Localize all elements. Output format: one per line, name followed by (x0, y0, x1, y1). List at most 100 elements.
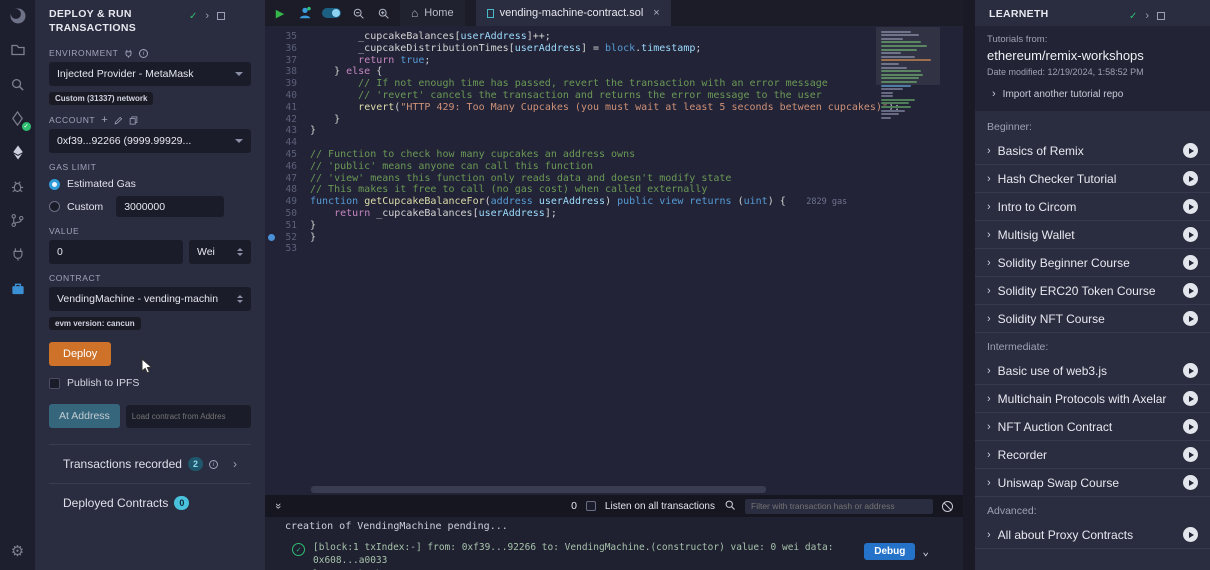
import-repo-link[interactable]: › Import another tutorial repo (987, 88, 1198, 100)
play-button[interactable] (1183, 447, 1198, 462)
code-editor[interactable]: 35 _cupcakeBalances[userAddress]++;36 _c… (265, 26, 963, 495)
code-line[interactable]: 37 return true; (265, 55, 963, 67)
info-icon[interactable]: i (209, 460, 218, 469)
close-icon[interactable]: × (653, 7, 659, 19)
tutorial-item[interactable]: ›Hash Checker Tutorial (975, 165, 1210, 193)
clear-console-icon[interactable] (942, 501, 953, 512)
file-explorer-icon[interactable] (7, 39, 29, 61)
code-line[interactable]: 35 _cupcakeBalances[userAddress]++; (265, 31, 963, 43)
code-line[interactable]: 40 // 'revert' cancels the transaction a… (265, 90, 963, 102)
tutorial-item[interactable]: ›Solidity NFT Course (975, 305, 1210, 333)
zoom-in-icon[interactable] (375, 5, 391, 21)
code-line[interactable]: 51} (265, 220, 963, 232)
terminal-search-icon[interactable] (724, 499, 736, 514)
code-line[interactable]: 52} (265, 232, 963, 244)
code-line[interactable]: 38 } else { (265, 66, 963, 78)
debugger-icon[interactable] (7, 175, 29, 197)
tutorial-item[interactable]: ›Solidity ERC20 Token Course (975, 277, 1210, 305)
add-account-icon[interactable]: + (101, 116, 108, 125)
code-line[interactable]: 47// 'view' means this function only rea… (265, 173, 963, 185)
play-button[interactable] (1183, 391, 1198, 406)
transactions-recorded-row[interactable]: Transactions recorded 2 i › (49, 444, 251, 483)
play-button[interactable] (1183, 255, 1198, 270)
account-select[interactable]: 0xf39...92266 (9999.99929... (49, 129, 251, 153)
environment-select[interactable]: Injected Provider - MetaMask (49, 62, 251, 86)
run-script-icon[interactable]: ▶ (272, 5, 288, 21)
expand-terminal-icon[interactable]: » (272, 503, 284, 509)
radio-selected-icon[interactable] (49, 179, 60, 190)
tab-file[interactable]: vending-machine-contract.sol × (476, 0, 671, 26)
stepper-arrows-icon[interactable] (237, 248, 243, 256)
play-button[interactable] (1183, 527, 1198, 542)
tutorial-item[interactable]: ›Basic use of web3.js (975, 357, 1210, 385)
play-button[interactable] (1183, 199, 1198, 214)
custom-gas-input[interactable]: 3000000 (116, 196, 224, 217)
custom-gas-option[interactable]: Custom 3000000 (49, 196, 251, 217)
plugin-manager-icon[interactable] (7, 243, 29, 265)
play-button[interactable] (1183, 311, 1198, 326)
horizontal-scrollbar[interactable] (311, 486, 766, 493)
code-line[interactable]: 48// This makes it free to call (no gas … (265, 184, 963, 196)
search-icon[interactable] (7, 73, 29, 95)
play-button[interactable] (1183, 171, 1198, 186)
deploy-run-icon[interactable] (7, 141, 29, 163)
publish-ipfs-option[interactable]: Publish to IPFS (49, 377, 251, 389)
info-icon[interactable]: i (139, 49, 148, 58)
tutorial-item[interactable]: ›Uniswap Swap Course (975, 469, 1210, 497)
tutorial-item[interactable]: ›Multisig Wallet (975, 221, 1210, 249)
tutorial-item[interactable]: ›Recorder (975, 441, 1210, 469)
code-line[interactable]: 43} (265, 125, 963, 137)
tutorial-item[interactable]: ›NFT Auction Contract (975, 413, 1210, 441)
code-line[interactable]: 50 return _cupcakeBalances[userAddress]; (265, 208, 963, 220)
chevron-right-icon[interactable]: › (205, 10, 209, 22)
minimap-viewport[interactable] (876, 27, 940, 85)
solidity-compiler-icon[interactable]: ✓ (7, 107, 29, 129)
listen-checkbox[interactable] (586, 501, 596, 511)
value-unit-select[interactable]: Wei (189, 240, 251, 264)
chevron-right-icon[interactable]: › (233, 457, 237, 471)
value-input[interactable]: 0 (49, 240, 183, 264)
chevron-down-icon[interactable]: ⌄ (922, 545, 929, 558)
settings-icon[interactable]: ⚙ (7, 540, 29, 562)
code-line[interactable]: 53 (265, 243, 963, 255)
code-line[interactable]: 39 // If not enough time has passed, rev… (265, 78, 963, 90)
tutorial-item[interactable]: ›Solidity Beginner Course (975, 249, 1210, 277)
deploy-button[interactable]: Deploy (49, 342, 111, 366)
play-button[interactable] (1183, 475, 1198, 490)
minimap[interactable] (881, 29, 937, 120)
debug-button[interactable]: Debug (864, 543, 915, 560)
contract-select[interactable]: VendingMachine - vending-machin (49, 287, 251, 311)
terminal-filter-input[interactable] (745, 499, 933, 514)
play-button[interactable] (1183, 143, 1198, 158)
code-line[interactable]: 42 } (265, 114, 963, 126)
code-line[interactable]: 46// 'public' means anyone can call this… (265, 161, 963, 173)
play-button[interactable] (1183, 227, 1198, 242)
transaction-log-entry[interactable]: ✓ [block:1 txIndex:-] from: 0xf39...9226… (265, 541, 963, 570)
tab-home[interactable]: ⌂ Home (400, 0, 465, 26)
estimated-gas-option[interactable]: Estimated Gas (49, 178, 251, 190)
radio-icon[interactable] (49, 201, 60, 212)
breakpoint-icon[interactable] (265, 234, 278, 241)
code-line[interactable]: 41 revert("HTTP 429: Too Many Cupcakes (… (265, 102, 963, 114)
code-line[interactable]: 36 _cupcakeDistributionTimes[userAddress… (265, 43, 963, 55)
code-line[interactable]: 44 (265, 137, 963, 149)
zoom-out-icon[interactable] (350, 5, 366, 21)
deployed-contracts-row[interactable]: Deployed Contracts 0 (49, 483, 251, 522)
checkbox-icon[interactable] (49, 378, 60, 389)
git-icon[interactable] (7, 209, 29, 231)
assistant-user-icon[interactable] (297, 5, 313, 21)
learneth-plugin-icon[interactable] (7, 277, 29, 299)
copilot-toggle[interactable] (322, 8, 341, 18)
chevron-right-icon[interactable]: › (1145, 10, 1149, 22)
play-button[interactable] (1183, 363, 1198, 378)
tutorial-item[interactable]: ›Multichain Protocols with Axelar (975, 385, 1210, 413)
play-button[interactable] (1183, 283, 1198, 298)
at-address-button[interactable]: At Address (49, 404, 120, 428)
tutorial-item[interactable]: ›Basics of Remix (975, 137, 1210, 165)
tutorial-item[interactable]: ›All about Proxy Contracts (975, 521, 1210, 549)
code-line[interactable]: 49function getCupcakeBalanceFor(address … (265, 196, 963, 208)
expand-panel-icon[interactable] (1157, 12, 1165, 20)
code-line[interactable]: 45// Function to check how many cupcakes… (265, 149, 963, 161)
expand-panel-icon[interactable] (217, 12, 225, 20)
play-button[interactable] (1183, 419, 1198, 434)
